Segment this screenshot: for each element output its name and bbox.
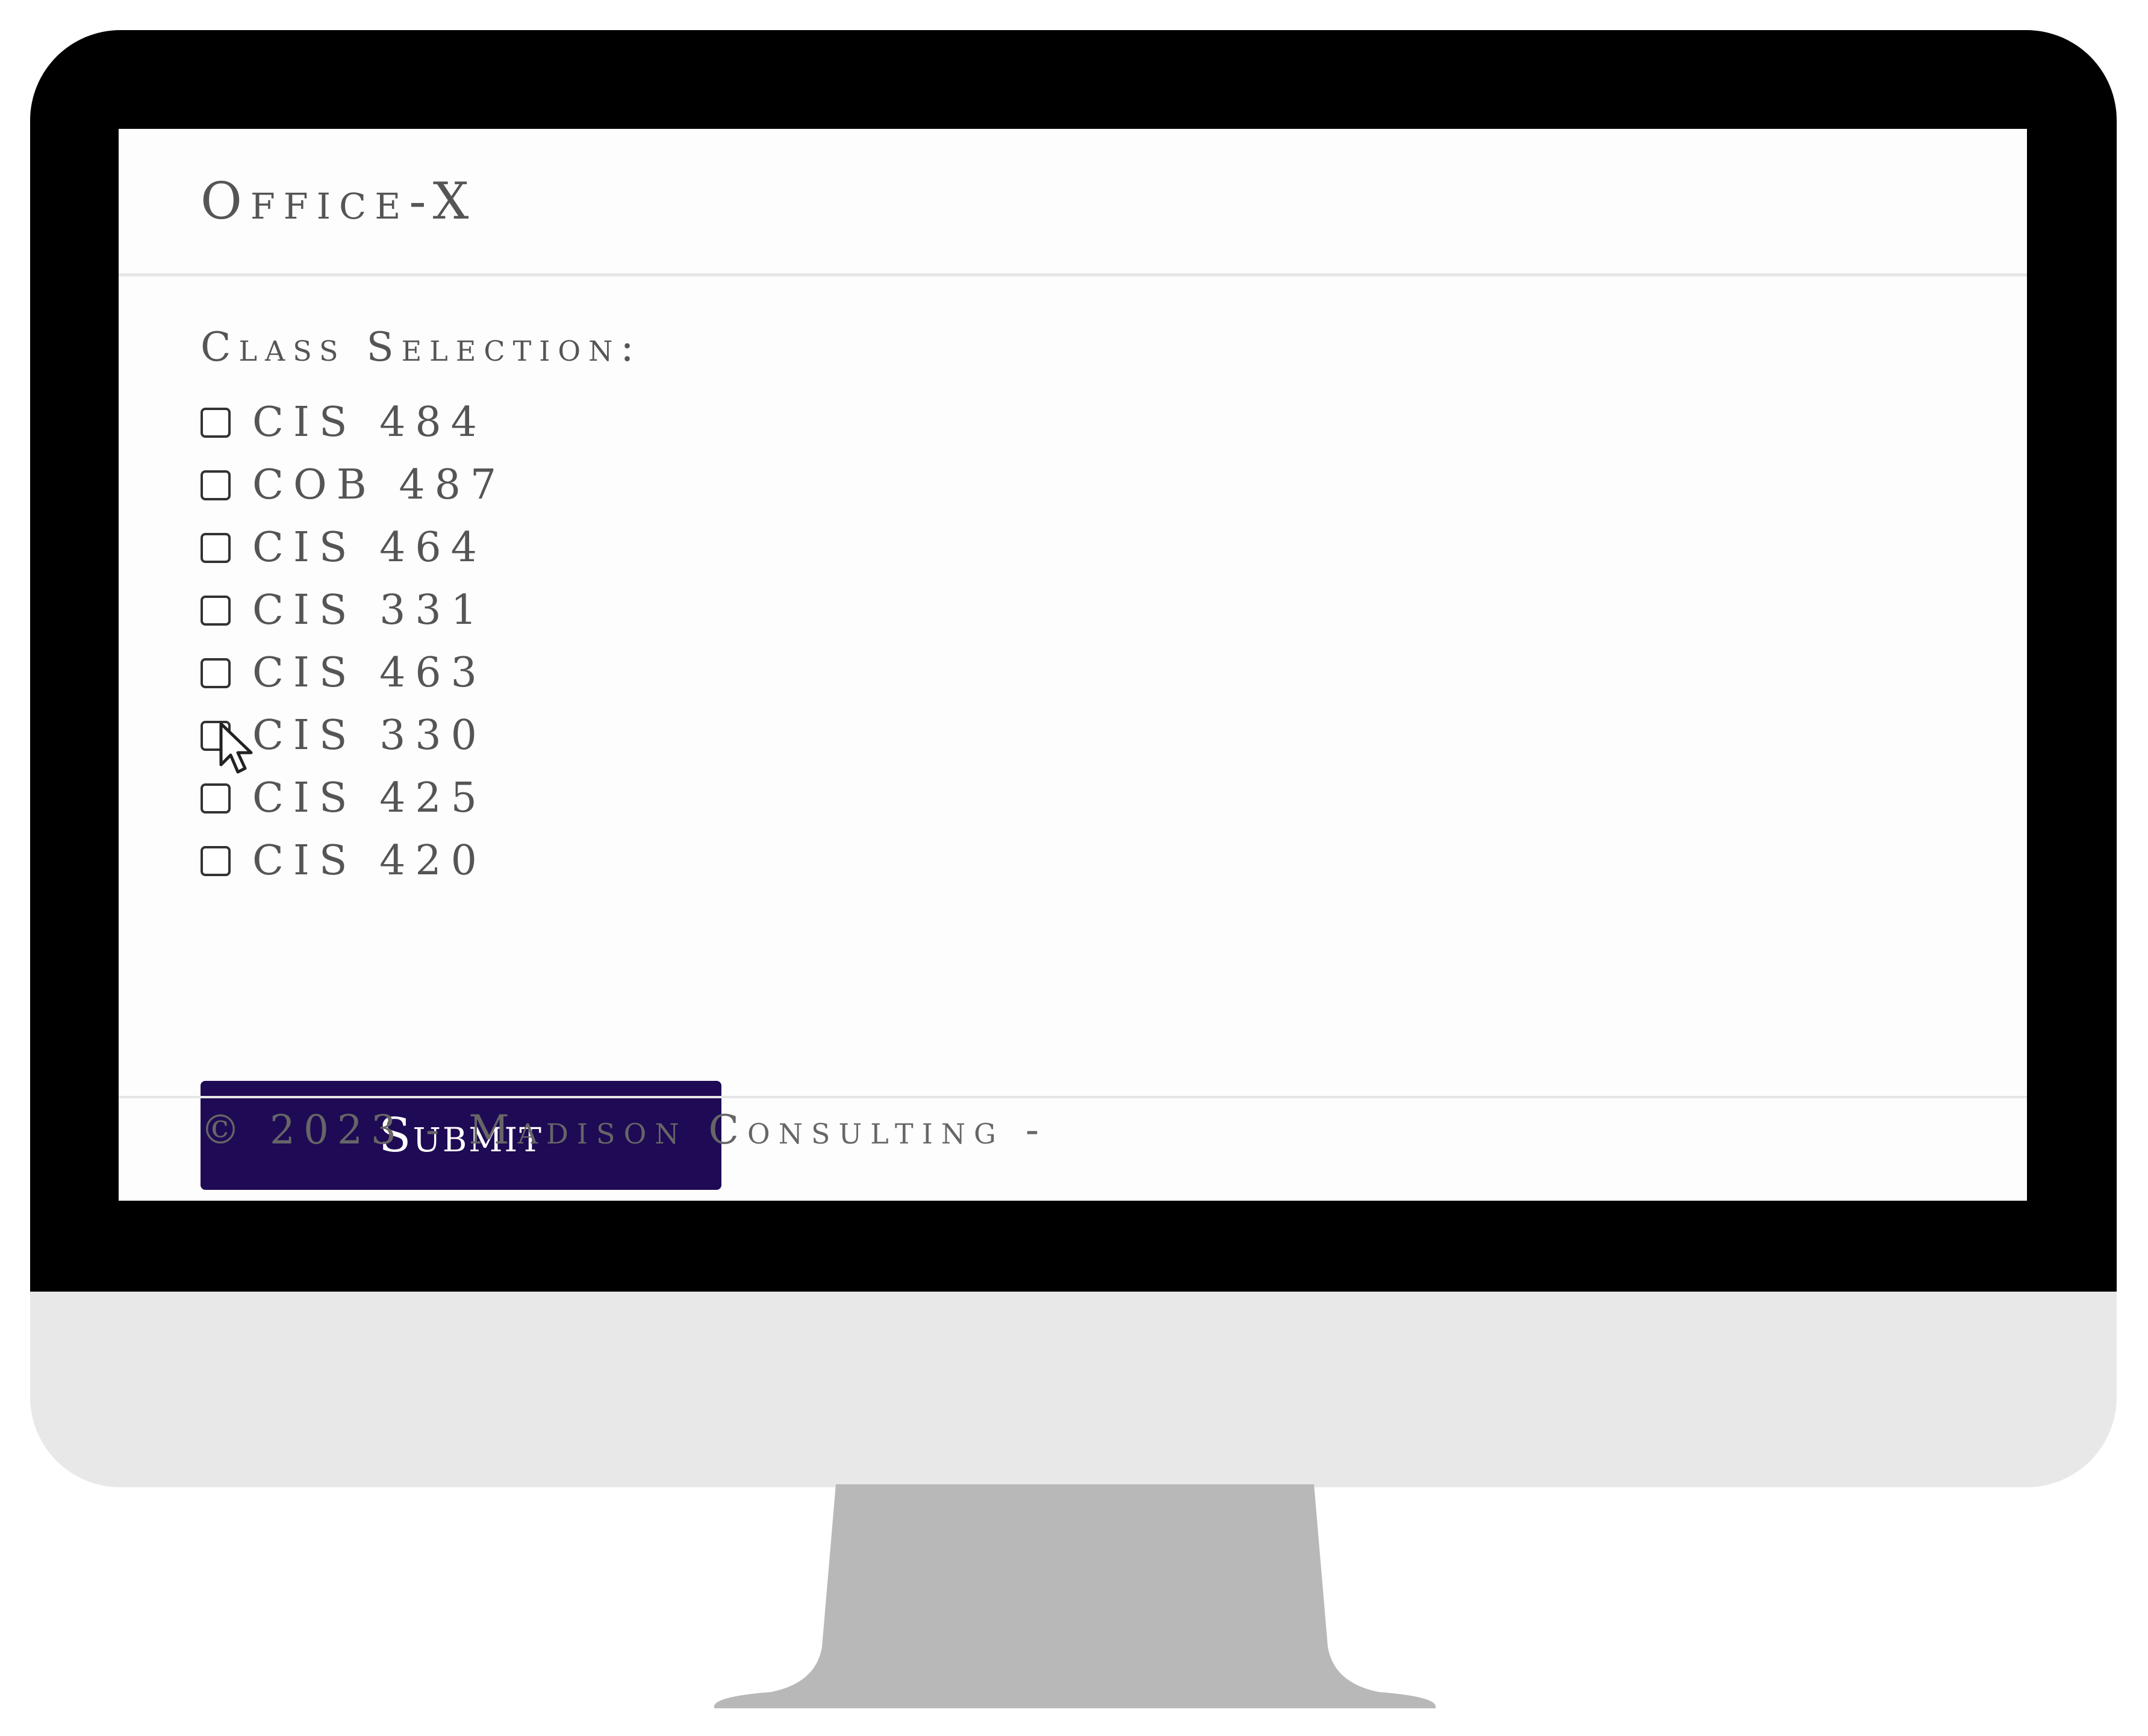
class-checkbox[interactable]: [201, 470, 231, 500]
footer-divider: [119, 1096, 2027, 1098]
class-option: CIS 463: [201, 642, 1947, 705]
class-options-list: CIS 484 COB 487 CIS 464 CIS 331 CIS 463 …: [201, 391, 1947, 892]
section-label: Class Selection:: [201, 324, 642, 370]
monitor-stand: [714, 1484, 1436, 1708]
class-option-label[interactable]: CIS 330: [252, 715, 487, 756]
class-option-label[interactable]: COB 487: [252, 465, 506, 506]
class-option: CIS 331: [201, 579, 1947, 642]
monitor-body: Office-X Class Selection: CIS 484 COB 48…: [30, 30, 2117, 1487]
class-checkbox[interactable]: [201, 596, 231, 626]
class-option-label[interactable]: CIS 464: [252, 527, 487, 568]
class-option: CIS 484: [201, 391, 1947, 454]
class-option: CIS 420: [201, 830, 1947, 892]
class-selection-form: Class Selection: CIS 484 COB 487 CIS 464: [201, 324, 1947, 1190]
class-option-label[interactable]: CIS 463: [252, 653, 487, 694]
browser-viewport: Office-X Class Selection: CIS 484 COB 48…: [119, 129, 2027, 1201]
class-option-label[interactable]: CIS 331: [252, 590, 487, 631]
class-option: CIS 464: [201, 517, 1947, 579]
class-checkbox[interactable]: [201, 408, 231, 438]
class-option-label[interactable]: CIS 425: [252, 778, 487, 819]
class-checkbox[interactable]: [201, 721, 231, 751]
class-option-label[interactable]: CIS 420: [252, 841, 487, 882]
monitor-mockup: Office-X Class Selection: CIS 484 COB 48…: [0, 0, 2148, 1736]
class-checkbox[interactable]: [201, 533, 231, 563]
class-option-label[interactable]: CIS 484: [252, 402, 487, 443]
class-option: CIS 425: [201, 767, 1947, 830]
brand-link[interactable]: Office-X: [201, 176, 477, 226]
class-checkbox[interactable]: [201, 783, 231, 814]
navbar: Office-X: [119, 129, 2027, 276]
class-checkbox[interactable]: [201, 846, 231, 876]
class-option: COB 487: [201, 454, 1947, 517]
class-option: CIS 330: [201, 705, 1947, 774]
class-checkbox[interactable]: [201, 658, 231, 688]
footer-copyright: © 2023 - Madison Consulting -: [201, 1107, 1048, 1153]
